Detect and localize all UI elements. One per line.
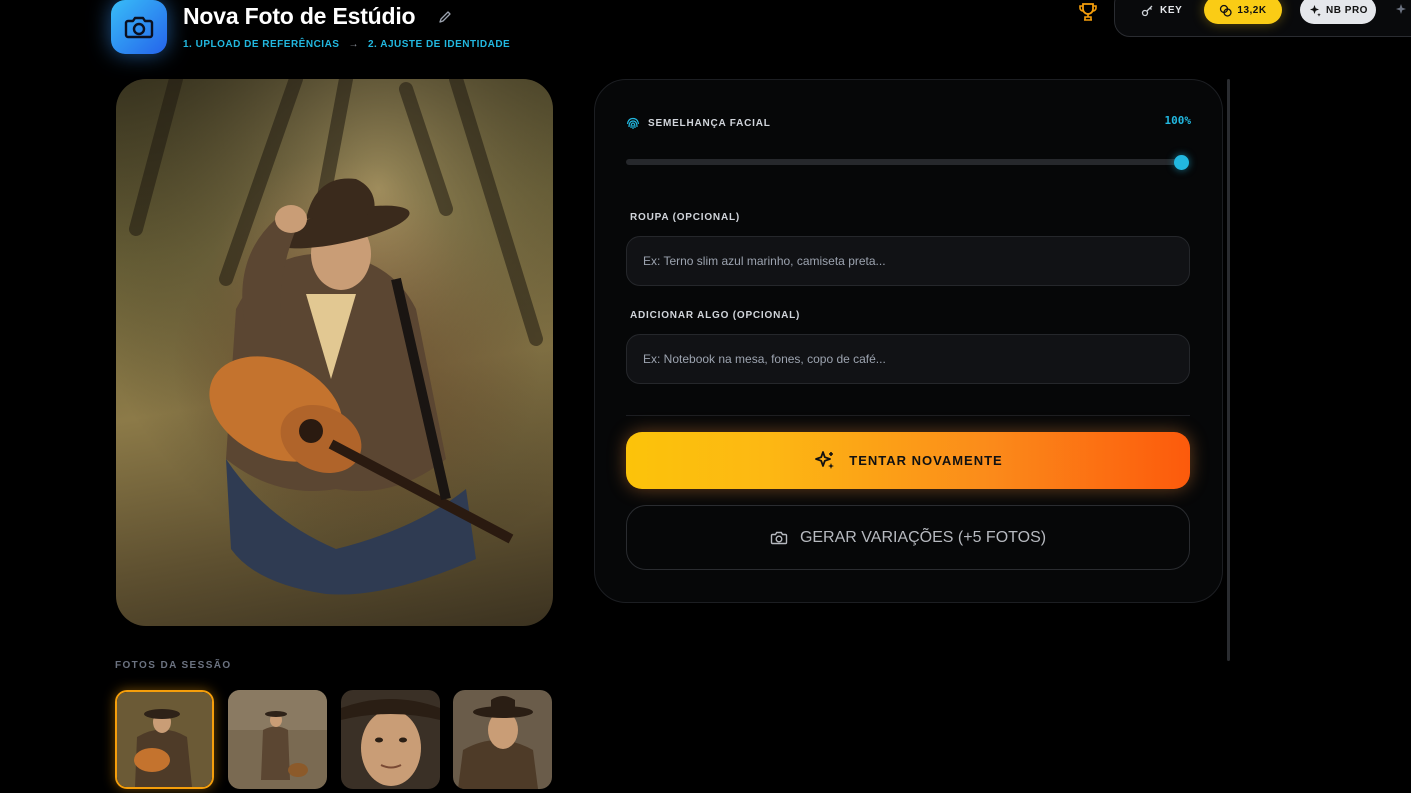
similarity-value: 100% xyxy=(1164,114,1192,127)
similarity-label: SEMELHANÇA FACIAL xyxy=(648,118,771,129)
divider xyxy=(626,415,1190,416)
camera-icon xyxy=(124,16,154,39)
session-thumb[interactable] xyxy=(341,690,440,789)
page-title: Nova Foto de Estúdio xyxy=(183,3,416,29)
photo-content xyxy=(116,79,553,626)
generated-photo[interactable] xyxy=(116,79,553,626)
key-icon xyxy=(1141,5,1153,17)
step-arrow: → xyxy=(348,39,359,50)
credits-value: 13,2K xyxy=(1237,4,1267,16)
thumb-image xyxy=(341,690,440,789)
model-selector[interactable]: NB PRO xyxy=(1300,0,1376,24)
session-thumb[interactable] xyxy=(228,690,327,789)
outfit-input[interactable] xyxy=(626,236,1190,286)
step-identity[interactable]: 2. AJUSTE DE IDENTIDADE xyxy=(368,39,510,50)
similarity-slider-thumb[interactable] xyxy=(1174,155,1189,170)
session-thumb[interactable] xyxy=(115,690,214,789)
thumb-image xyxy=(228,690,327,789)
credits-badge[interactable]: 13,2K xyxy=(1204,0,1282,24)
addon-input[interactable] xyxy=(626,334,1190,384)
breadcrumb: 1. UPLOAD DE REFERÊNCIAS → 2. AJUSTE DE … xyxy=(183,39,510,50)
outfit-label: ROUPA (OPCIONAL) xyxy=(630,212,741,223)
retry-button[interactable]: TENTAR NOVAMENTE xyxy=(626,432,1190,489)
thumb-image xyxy=(453,690,552,789)
session-thumb[interactable] xyxy=(453,690,552,789)
generate-variations-button[interactable]: GERAR VARIAÇÕES (+5 FOTOS) xyxy=(626,505,1190,570)
key-button[interactable]: KEY xyxy=(1127,0,1196,23)
step-upload[interactable]: 1. UPLOAD DE REFERÊNCIAS xyxy=(183,39,339,50)
retry-label: TENTAR NOVAMENTE xyxy=(849,453,1003,468)
variations-label: GERAR VARIAÇÕES (+5 FOTOS) xyxy=(799,528,1047,546)
pencil-icon[interactable] xyxy=(437,9,453,25)
thumb-image xyxy=(117,692,212,787)
sparkles-icon xyxy=(1310,4,1321,17)
model-label: NB PRO xyxy=(1326,4,1368,16)
coins-icon xyxy=(1220,4,1233,17)
addon-label: ADICIONAR ALGO (OPCIONAL) xyxy=(630,310,801,321)
camera-icon xyxy=(770,531,788,544)
sparkles-icon[interactable] xyxy=(1394,3,1408,17)
similarity-slider-track[interactable] xyxy=(626,159,1184,165)
panel-scrollbar[interactable] xyxy=(1227,79,1230,661)
key-label: KEY xyxy=(1160,5,1183,16)
app-logo xyxy=(111,0,167,54)
sparkles-icon xyxy=(815,450,835,469)
trophy-icon[interactable] xyxy=(1077,1,1099,23)
fingerprint-icon xyxy=(626,117,640,129)
session-photos-label: FOTOS DA SESSÃO xyxy=(115,660,232,671)
